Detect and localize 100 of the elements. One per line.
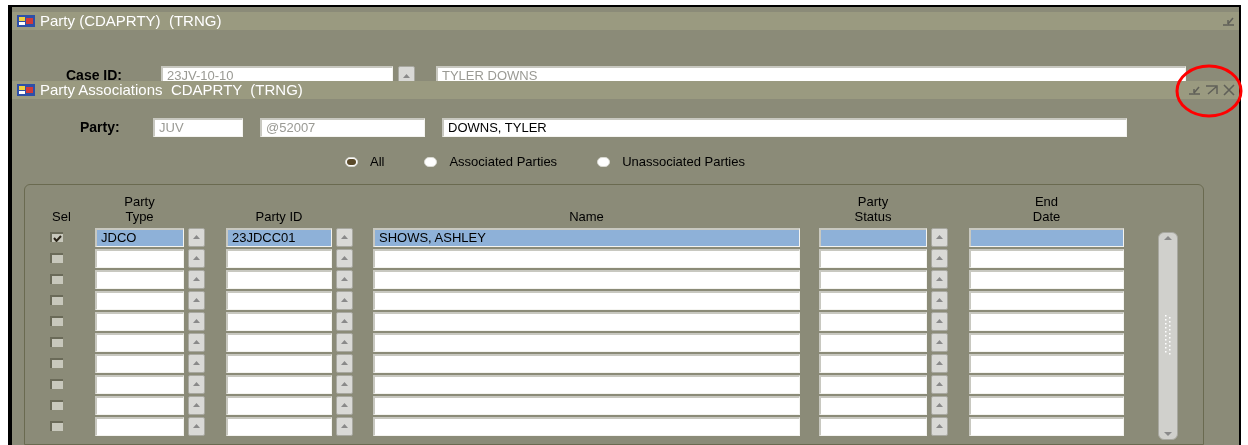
- radio-button[interactable]: [345, 156, 358, 167]
- end-date-cell[interactable]: [969, 290, 1124, 310]
- party-id-cell[interactable]: [226, 332, 332, 352]
- list-button[interactable]: [188, 311, 205, 331]
- party-status-cell[interactable]: [819, 248, 927, 268]
- party-type-cell[interactable]: [95, 311, 184, 331]
- radio-button[interactable]: [597, 156, 611, 167]
- select-checkbox[interactable]: [50, 421, 63, 431]
- list-button[interactable]: [398, 66, 415, 81]
- select-checkbox[interactable]: [50, 274, 63, 284]
- list-button[interactable]: [188, 227, 205, 247]
- list-button[interactable]: [931, 290, 948, 310]
- end-date-cell[interactable]: [969, 416, 1124, 436]
- list-button[interactable]: [336, 416, 353, 436]
- name-cell[interactable]: [373, 332, 800, 352]
- party-id-cell[interactable]: [226, 395, 332, 415]
- party-type-cell[interactable]: [95, 290, 184, 310]
- list-button[interactable]: [931, 416, 948, 436]
- minimize-icon[interactable]: [1222, 15, 1235, 27]
- list-button[interactable]: [188, 332, 205, 352]
- list-button[interactable]: [931, 332, 948, 352]
- party-id-cell[interactable]: [226, 374, 332, 394]
- party-type-cell[interactable]: [95, 332, 184, 352]
- select-checkbox[interactable]: [50, 358, 63, 368]
- list-button[interactable]: [336, 269, 353, 289]
- end-date-cell[interactable]: [969, 311, 1124, 331]
- list-button[interactable]: [188, 248, 205, 268]
- scrollbar[interactable]: [1158, 231, 1178, 440]
- end-date-cell[interactable]: [969, 332, 1124, 352]
- party-status-cell[interactable]: [819, 353, 927, 373]
- party-status-cell[interactable]: [819, 269, 927, 289]
- select-checkbox[interactable]: [50, 253, 63, 263]
- select-checkbox[interactable]: [50, 337, 63, 347]
- list-button[interactable]: [931, 311, 948, 331]
- party-type-cell[interactable]: [95, 416, 184, 436]
- end-date-cell[interactable]: [969, 227, 1124, 247]
- end-date-cell[interactable]: [969, 269, 1124, 289]
- party-status-cell[interactable]: [819, 290, 927, 310]
- party-id-cell[interactable]: [226, 311, 332, 331]
- list-button[interactable]: [336, 311, 353, 331]
- list-button[interactable]: [931, 269, 948, 289]
- list-button[interactable]: [188, 416, 205, 436]
- close-icon[interactable]: [1223, 84, 1235, 96]
- end-date-cell[interactable]: [969, 395, 1124, 415]
- party-id-cell[interactable]: [226, 416, 332, 436]
- party-status-cell[interactable]: [819, 227, 927, 247]
- party-name-field[interactable]: DOWNS, TYLER: [442, 118, 1127, 137]
- list-button[interactable]: [931, 227, 948, 247]
- list-button[interactable]: [336, 374, 353, 394]
- name-cell[interactable]: [373, 290, 800, 310]
- list-button[interactable]: [336, 353, 353, 373]
- list-button[interactable]: [188, 353, 205, 373]
- party-status-cell[interactable]: [819, 311, 927, 331]
- list-button[interactable]: [188, 269, 205, 289]
- party-id-cell[interactable]: [226, 269, 332, 289]
- end-date-cell[interactable]: [969, 353, 1124, 373]
- minimize-icon[interactable]: [1188, 84, 1201, 96]
- name-cell[interactable]: [373, 416, 800, 436]
- end-date-cell[interactable]: [969, 374, 1124, 394]
- scroll-up-icon[interactable]: [1164, 235, 1172, 240]
- name-cell[interactable]: SHOWS, ASHLEY: [373, 227, 800, 247]
- name-cell[interactable]: [373, 248, 800, 268]
- party-status-cell[interactable]: [819, 374, 927, 394]
- select-checkbox[interactable]: [50, 232, 63, 242]
- select-checkbox[interactable]: [50, 379, 63, 389]
- party-id-cell[interactable]: 23JDCC01: [226, 227, 332, 247]
- list-button[interactable]: [931, 395, 948, 415]
- party-type-cell[interactable]: [95, 269, 184, 289]
- name-cell[interactable]: [373, 311, 800, 331]
- radio-button[interactable]: [424, 156, 438, 167]
- list-button[interactable]: [931, 353, 948, 373]
- list-button[interactable]: [931, 248, 948, 268]
- name-cell[interactable]: [373, 374, 800, 394]
- list-button[interactable]: [336, 248, 353, 268]
- list-button[interactable]: [336, 227, 353, 247]
- name-cell[interactable]: [373, 269, 800, 289]
- party-type-cell[interactable]: [95, 395, 184, 415]
- list-button[interactable]: [336, 290, 353, 310]
- party-id-cell[interactable]: [226, 353, 332, 373]
- list-button[interactable]: [336, 332, 353, 352]
- scroll-down-icon[interactable]: [1164, 431, 1172, 436]
- party-type-cell[interactable]: [95, 374, 184, 394]
- list-button[interactable]: [188, 290, 205, 310]
- list-button[interactable]: [931, 374, 948, 394]
- name-cell[interactable]: [373, 353, 800, 373]
- party-id-cell[interactable]: [226, 248, 332, 268]
- select-checkbox[interactable]: [50, 316, 63, 326]
- party-status-cell[interactable]: [819, 416, 927, 436]
- end-date-cell[interactable]: [969, 248, 1124, 268]
- list-button[interactable]: [188, 374, 205, 394]
- party-status-cell[interactable]: [819, 395, 927, 415]
- party-type-cell[interactable]: JDCO: [95, 227, 184, 247]
- name-cell[interactable]: [373, 395, 800, 415]
- list-button[interactable]: [188, 395, 205, 415]
- party-type-cell[interactable]: [95, 353, 184, 373]
- select-checkbox[interactable]: [50, 400, 63, 410]
- party-id-cell[interactable]: [226, 290, 332, 310]
- party-status-cell[interactable]: [819, 332, 927, 352]
- party-type-cell[interactable]: [95, 248, 184, 268]
- maximize-icon[interactable]: [1205, 84, 1219, 96]
